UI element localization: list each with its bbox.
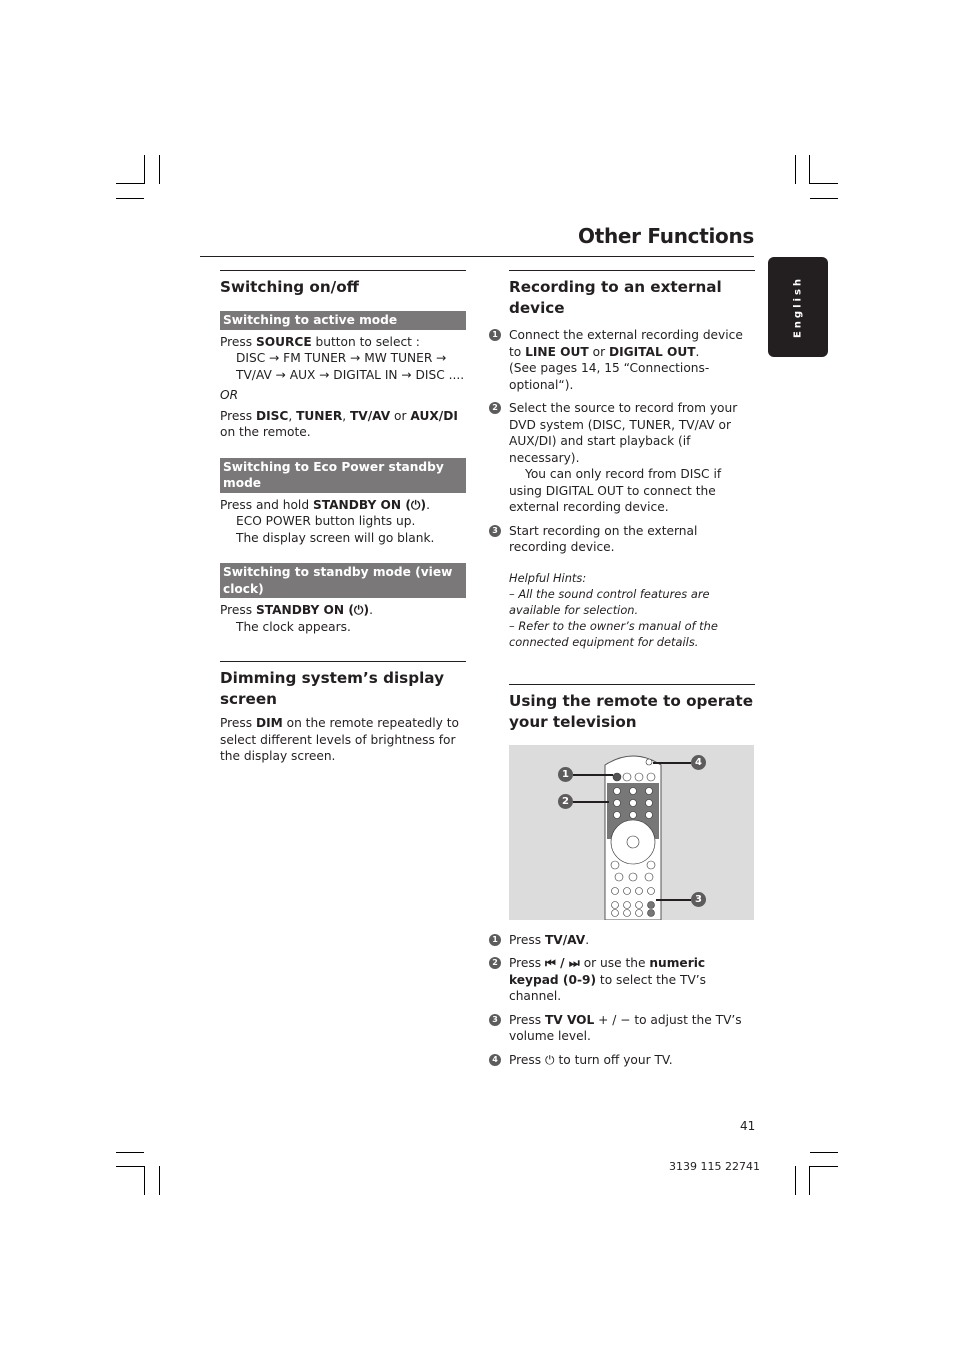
crop-mark (144, 1166, 145, 1195)
crop-mark (159, 1166, 160, 1195)
plus-minus-icon: + / − (594, 1012, 635, 1027)
section-heading-recording: Recording to an external device (509, 270, 755, 319)
language-label: English (792, 275, 804, 339)
remote-control-icon (573, 755, 691, 920)
step-number-icon: 1 (489, 329, 501, 341)
dimming-instruction: Press DIM on the remote repeatedly to se… (220, 716, 459, 763)
crop-mark (116, 1166, 144, 1167)
callout-3: 3 (691, 891, 706, 907)
right-column: Recording to an external device 1 Connec… (489, 270, 755, 1068)
subheading-standby-mode: Switching to standby mode (view clock) (220, 563, 466, 598)
recording-step: 3 Start recording on the external record… (489, 523, 755, 556)
crop-mark (809, 155, 810, 184)
subheading-active-mode: Switching to active mode (220, 311, 466, 330)
crop-mark (809, 1166, 810, 1195)
source-instruction: Press SOURCE button to select : (220, 334, 420, 349)
tv-step: 3 Press TV VOL + / − to adjust the TV’s … (489, 1012, 755, 1045)
step-number-icon: 2 (489, 402, 501, 414)
standby-result: The clock appears. (236, 619, 351, 634)
recording-note: You can only record from DISC if using D… (509, 467, 722, 514)
callout-2: 2 (558, 793, 573, 809)
power-icon: ⏻ (544, 1052, 555, 1067)
section-heading-switching: Switching on/off (220, 270, 466, 298)
section-heading-tv: Using the remote to operate your televis… (509, 683, 755, 733)
eco-result: The display screen will go blank. (236, 530, 435, 545)
crop-mark (159, 155, 160, 184)
remote-instruction: Press DISC, TUNER, TV/AV or AUX/DI on th… (220, 408, 458, 440)
language-tab: English (768, 257, 828, 357)
crop-mark (795, 155, 796, 184)
helpful-hints: Helpful Hints: – All the sound control f… (509, 570, 755, 650)
crop-mark (810, 1166, 838, 1167)
or-label: OR (220, 388, 239, 402)
crop-mark (795, 1166, 796, 1195)
recording-step: 1 Connect the external recording device … (489, 327, 755, 393)
step-number-icon: 3 (489, 1013, 501, 1026)
subheading-eco-mode: Switching to Eco Power standby mode (220, 457, 466, 493)
crop-mark (116, 198, 144, 199)
recording-note: (See pages 14, 15 “Connections-optional“… (509, 361, 710, 392)
crop-mark (810, 183, 838, 184)
tv-step: 4 Press ⏻ to turn off your TV. (489, 1052, 755, 1069)
crop-mark (116, 183, 144, 184)
hint-item: – All the sound control features are ava… (509, 586, 710, 617)
hints-title: Helpful Hints: (509, 570, 587, 585)
hint-item: – Refer to the owner’s manual of the con… (509, 618, 718, 649)
tv-step: 1 Press TV/AV. (489, 932, 755, 949)
remote-illustration: 1 2 3 4 (509, 744, 754, 920)
section-heading-dimming: Dimming system’s display screen (220, 661, 466, 710)
eco-instruction: Press and hold STANDBY ON (⏻). (220, 497, 430, 512)
crop-mark (116, 1152, 144, 1153)
callout-4: 4 (691, 754, 706, 770)
page-title: Other Functions (578, 224, 754, 248)
step-number-icon: 4 (489, 1053, 501, 1066)
tv-step: 2 Press ⏮ / ⏭ or use the numeric keypad … (489, 955, 755, 1005)
page-number: 41 (740, 1119, 756, 1133)
step-number-icon: 3 (489, 524, 501, 537)
callout-1: 1 (558, 766, 573, 782)
eco-result: ECO POWER button lights up. (236, 514, 416, 528)
source-sequence: DISC → FM TUNER → MW TUNER → TV/AV → AUX… (236, 351, 465, 382)
skip-icon: ⏮ / ⏭ (544, 956, 580, 970)
title-rule (200, 256, 754, 257)
standby-instruction: Press STANDBY ON (⏻). (220, 603, 373, 617)
left-column: Switching on/off Switching to active mod… (220, 270, 466, 765)
step-number-icon: 2 (489, 957, 501, 969)
document-number: 3139 115 22741 (669, 1160, 760, 1173)
crop-mark (810, 198, 838, 199)
crop-mark (144, 155, 145, 184)
crop-mark (810, 1152, 838, 1153)
step-number-icon: 1 (489, 933, 501, 946)
recording-step: 2 Select the source to record from your … (489, 400, 755, 516)
